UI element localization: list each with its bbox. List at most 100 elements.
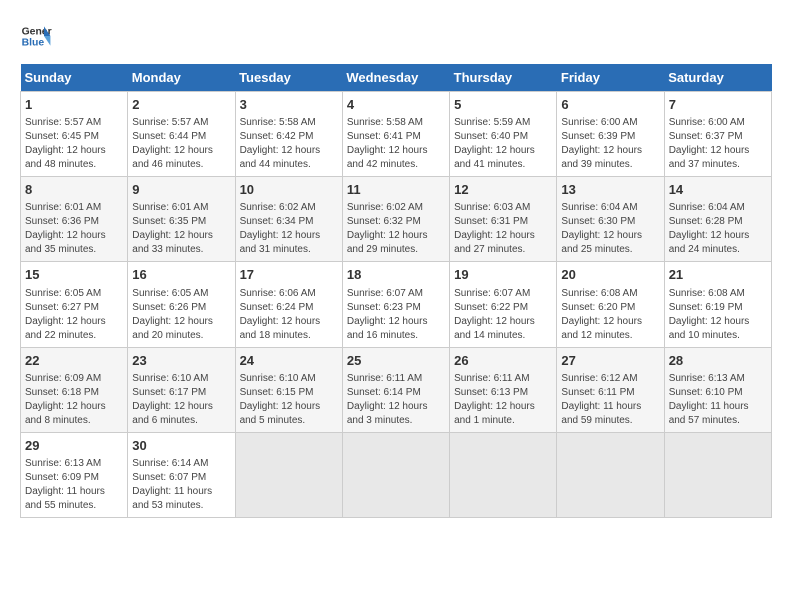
day-number: 22: [25, 352, 123, 370]
calendar-cell: 23Sunrise: 6:10 AMSunset: 6:17 PMDayligh…: [128, 347, 235, 432]
calendar-cell: 8 Sunrise: 6:01 AMSunset: 6:36 PMDaylight…: [21, 177, 128, 262]
day-info: Sunrise: 6:09 AMSunset: 6:18 PMDaylight:…: [25, 372, 123, 428]
day-of-week-header: Thursday: [450, 64, 557, 92]
day-of-week-header: Saturday: [664, 64, 771, 92]
calendar-cell: 18 Sunrise: 6:07 AMSunset: 6:23 PMDayligh…: [342, 262, 449, 347]
day-number: 8: [25, 181, 123, 199]
calendar-cell: [235, 432, 342, 517]
day-number: 29: [25, 437, 123, 455]
calendar-cell: [557, 432, 664, 517]
day-number: 11: [347, 181, 445, 199]
calendar-cell: 9 Sunrise: 6:01 AMSunset: 6:35 PMDaylight…: [128, 177, 235, 262]
day-of-week-header: Friday: [557, 64, 664, 92]
day-info: Sunrise: 5:58 AMSunset: 6:42 PMDaylight:…: [240, 116, 338, 172]
calendar-cell: 17Sunrise: 6:06 AMSunset: 6:24 PMDayligh…: [235, 262, 342, 347]
day-number: 15: [25, 266, 123, 284]
calendar-cell: 27 Sunrise: 6:12 AMSunset: 6:11 PMDayligh…: [557, 347, 664, 432]
calendar-cell: 11 Sunrise: 6:02 AMSunset: 6:32 PMDayligh…: [342, 177, 449, 262]
day-number: 28: [669, 352, 767, 370]
calendar-cell: [664, 432, 771, 517]
day-number: 26: [454, 352, 552, 370]
day-info: Sunrise: 6:00 AMSunset: 6:37 PMDaylight:…: [669, 116, 767, 172]
calendar-cell: 30 Sunrise: 6:14 AMSunset: 6:07 PMDayligh…: [128, 432, 235, 517]
day-info: Sunrise: 6:01 AMSunset: 6:35 PMDaylight:…: [132, 201, 230, 257]
calendar-cell: 12 Sunrise: 6:03 AMSunset: 6:31 PMDayligh…: [450, 177, 557, 262]
day-number: 30: [132, 437, 230, 455]
day-number: 10: [240, 181, 338, 199]
calendar-cell: 14 Sunrise: 6:04 AMSunset: 6:28 PMDayligh…: [664, 177, 771, 262]
day-number: 14: [669, 181, 767, 199]
day-number: 9: [132, 181, 230, 199]
calendar-cell: 20 Sunrise: 6:08 AMSunset: 6:20 PMDayligh…: [557, 262, 664, 347]
day-number: 27: [561, 352, 659, 370]
calendar-cell: 10 Sunrise: 6:02 AMSunset: 6:34 PMDayligh…: [235, 177, 342, 262]
day-number: 12: [454, 181, 552, 199]
day-of-week-header: Sunday: [21, 64, 128, 92]
calendar-cell: 4 Sunrise: 5:58 AMSunset: 6:41 PMDaylight…: [342, 92, 449, 177]
calendar-table: SundayMondayTuesdayWednesdayThursdayFrid…: [20, 64, 772, 518]
day-number: 18: [347, 266, 445, 284]
day-info: Sunrise: 6:02 AMSunset: 6:32 PMDaylight:…: [347, 201, 445, 257]
calendar-cell: 15Sunrise: 6:05 AMSunset: 6:27 PMDayligh…: [21, 262, 128, 347]
day-info: Sunrise: 6:11 AMSunset: 6:13 PMDaylight:…: [454, 372, 552, 428]
day-number: 23: [132, 352, 230, 370]
day-info: Sunrise: 5:57 AMSunset: 6:45 PMDaylight:…: [25, 116, 123, 172]
day-info: Sunrise: 6:13 AMSunset: 6:09 PMDaylight:…: [25, 457, 123, 513]
day-info: Sunrise: 6:14 AMSunset: 6:07 PMDaylight:…: [132, 457, 230, 513]
logo: General Blue: [20, 20, 52, 52]
day-info: Sunrise: 6:01 AMSunset: 6:36 PMDaylight:…: [25, 201, 123, 257]
day-info: Sunrise: 6:12 AMSunset: 6:11 PMDaylight:…: [561, 372, 659, 428]
day-info: Sunrise: 5:57 AMSunset: 6:44 PMDaylight:…: [132, 116, 230, 172]
calendar-cell: [450, 432, 557, 517]
day-info: Sunrise: 6:08 AMSunset: 6:19 PMDaylight:…: [669, 287, 767, 343]
calendar-cell: 29 Sunrise: 6:13 AMSunset: 6:09 PMDayligh…: [21, 432, 128, 517]
calendar-cell: 5 Sunrise: 5:59 AMSunset: 6:40 PMDaylight…: [450, 92, 557, 177]
calendar-cell: 13 Sunrise: 6:04 AMSunset: 6:30 PMDayligh…: [557, 177, 664, 262]
day-info: Sunrise: 6:00 AMSunset: 6:39 PMDaylight:…: [561, 116, 659, 172]
day-info: Sunrise: 5:58 AMSunset: 6:41 PMDaylight:…: [347, 116, 445, 172]
calendar-cell: 22 Sunrise: 6:09 AMSunset: 6:18 PMDayligh…: [21, 347, 128, 432]
calendar-cell: 21 Sunrise: 6:08 AMSunset: 6:19 PMDayligh…: [664, 262, 771, 347]
day-info: Sunrise: 6:07 AMSunset: 6:23 PMDaylight:…: [347, 287, 445, 343]
day-number: 21: [669, 266, 767, 284]
day-info: Sunrise: 6:10 AMSunset: 6:15 PMDaylight:…: [240, 372, 338, 428]
day-number: 3: [240, 96, 338, 114]
logo-icon: General Blue: [20, 20, 52, 52]
calendar-cell: 16 Sunrise: 6:05 AMSunset: 6:26 PMDayligh…: [128, 262, 235, 347]
day-number: 20: [561, 266, 659, 284]
day-info: Sunrise: 6:08 AMSunset: 6:20 PMDaylight:…: [561, 287, 659, 343]
day-info: Sunrise: 6:04 AMSunset: 6:30 PMDaylight:…: [561, 201, 659, 257]
day-number: 6: [561, 96, 659, 114]
day-number: 25: [347, 352, 445, 370]
day-info: Sunrise: 5:59 AMSunset: 6:40 PMDaylight:…: [454, 116, 552, 172]
day-info: Sunrise: 6:02 AMSunset: 6:34 PMDaylight:…: [240, 201, 338, 257]
day-of-week-header: Wednesday: [342, 64, 449, 92]
svg-text:Blue: Blue: [22, 38, 45, 49]
calendar-cell: 19 Sunrise: 6:07 AMSunset: 6:22 PMDayligh…: [450, 262, 557, 347]
day-number: 1: [25, 96, 123, 114]
day-of-week-header: Tuesday: [235, 64, 342, 92]
day-number: 24: [240, 352, 338, 370]
day-number: 19: [454, 266, 552, 284]
day-info: Sunrise: 6:03 AMSunset: 6:31 PMDaylight:…: [454, 201, 552, 257]
day-info: Sunrise: 6:13 AMSunset: 6:10 PMDaylight:…: [669, 372, 767, 428]
calendar-cell: 26 Sunrise: 6:11 AMSunset: 6:13 PMDayligh…: [450, 347, 557, 432]
page-header: General Blue: [20, 20, 772, 52]
calendar-cell: 3 Sunrise: 5:58 AMSunset: 6:42 PMDaylight…: [235, 92, 342, 177]
day-number: 5: [454, 96, 552, 114]
calendar-cell: 1 Sunrise: 5:57 AMSunset: 6:45 PMDaylight…: [21, 92, 128, 177]
calendar-cell: 28 Sunrise: 6:13 AMSunset: 6:10 PMDayligh…: [664, 347, 771, 432]
day-info: Sunrise: 6:11 AMSunset: 6:14 PMDaylight:…: [347, 372, 445, 428]
calendar-cell: [342, 432, 449, 517]
day-info: Sunrise: 6:07 AMSunset: 6:22 PMDaylight:…: [454, 287, 552, 343]
calendar-cell: 2 Sunrise: 5:57 AMSunset: 6:44 PMDaylight…: [128, 92, 235, 177]
calendar-cell: 24 Sunrise: 6:10 AMSunset: 6:15 PMDayligh…: [235, 347, 342, 432]
day-number: 16: [132, 266, 230, 284]
calendar-cell: 25 Sunrise: 6:11 AMSunset: 6:14 PMDayligh…: [342, 347, 449, 432]
day-number: 4: [347, 96, 445, 114]
day-number: 2: [132, 96, 230, 114]
day-number: 13: [561, 181, 659, 199]
day-info: Sunrise: 6:06 AMSunset: 6:24 PMDaylight:…: [240, 287, 338, 343]
day-info: Sunrise: 6:05 AMSunset: 6:26 PMDaylight:…: [132, 287, 230, 343]
day-info: Sunrise: 6:04 AMSunset: 6:28 PMDaylight:…: [669, 201, 767, 257]
